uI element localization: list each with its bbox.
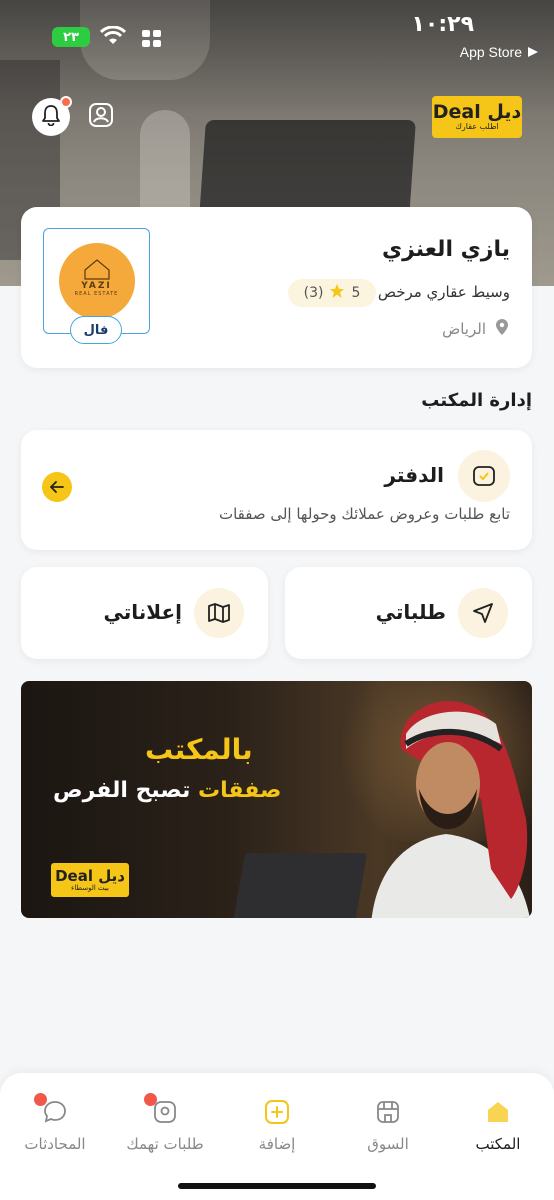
home-icon [483,1097,513,1127]
nav-market[interactable]: السوق [333,1097,443,1153]
fal-badge-label: فال [83,322,109,338]
wifi-icon [99,25,127,50]
broker-location: الرياض [442,318,510,340]
nav-requests[interactable]: طلبات تهمك [110,1093,220,1153]
rating-value: 5 [351,285,361,301]
bottom-navigation: المكتب السوق إضافة طلبات تهمك المحادثات [0,1073,554,1200]
banner-headline: بالمكتب [145,733,253,766]
notification-dot [60,96,72,108]
ledger-icon [458,450,510,502]
requests-notification-dot [144,1093,157,1106]
banner-logo-name: Deal ديل [55,866,125,885]
ledger-card[interactable]: الدفتر تابع طلبات وعروض عملائك وحولها إل… [21,430,532,550]
office-logo-image: YAZI REAL ESTATE [58,243,135,319]
back-app-label: App Store [459,44,522,60]
city-label: الرياض [442,320,486,338]
signal-icon [142,30,162,52]
battery-icon: ٢٣ [52,27,90,47]
broker-profile-card[interactable]: يازي العنزي وسيط عقاري مرخص (3) 5 الرياض… [21,207,532,368]
status-bar: ١٠:٢٩ App Store ٢٣ [0,0,554,70]
nav-office-label: المكتب [475,1135,521,1153]
add-icon [262,1097,292,1127]
ledger-open-button[interactable] [42,472,72,502]
broker-role: وسيط عقاري مرخص [377,283,510,301]
nav-add[interactable]: إضافة [222,1097,332,1153]
location-pin-icon [494,318,510,340]
notifications-button[interactable] [32,96,72,136]
nav-chats-label: المحادثات [24,1135,86,1153]
nav-chats[interactable]: المحادثات [0,1093,110,1153]
rating-badge: (3) 5 [288,279,376,307]
brand-tagline: اطلب عقارك [455,121,499,131]
status-time: ١٠:٢٩ [411,12,474,37]
banner-subheadline-text: تصبح الفرص [53,778,191,803]
banner-laptop-illustration [232,853,368,918]
my-requests-card[interactable]: طلباتي [285,567,532,659]
back-arrow-icon [528,44,538,60]
nav-office[interactable]: المكتب [443,1097,553,1153]
battery-level: ٢٣ [63,29,79,45]
chats-notification-dot [34,1093,47,1106]
promo-banner[interactable]: بالمكتب صفقات تصبح الفرص Deal ديل بيت ال… [21,681,532,918]
my-ads-label: إعلاناتي [103,600,182,624]
brand-name: Deal ديل [432,100,522,123]
banner-logo: Deal ديل بيت الوسطاء [51,863,129,897]
map-icon [194,588,244,638]
ledger-title: الدفتر [384,463,444,487]
banner-subheadline: صفقات تصبح الفرص [53,778,281,803]
send-icon [458,588,508,638]
my-ads-card[interactable]: إعلاناتي [21,567,268,659]
brand-logo: Deal ديل اطلب عقارك [432,96,522,138]
banner-highlight: صفقات [198,778,282,803]
user-icon [88,102,114,132]
my-requests-label: طلباتي [375,600,446,624]
fal-license-badge: فال [70,316,122,344]
requests-icon [144,1093,180,1127]
arrow-left-icon [50,478,64,497]
banner-person-illustration [371,701,530,918]
section-title-office-management: إدارة المكتب [421,390,532,411]
office-logo-text: YAZI [81,281,112,291]
nav-requests-label: طلبات تهمك [126,1135,204,1153]
back-to-app-store[interactable]: App Store [460,44,538,60]
nav-market-label: السوق [367,1135,409,1153]
chat-icon [34,1093,70,1127]
banner-logo-tagline: بيت الوسطاء [71,883,109,892]
store-icon [373,1097,403,1127]
office-logo-subtext: REAL ESTATE [74,291,119,297]
bell-icon [41,104,61,130]
rating-count: (3) [303,285,324,301]
nav-add-label: إضافة [258,1135,296,1153]
profile-button[interactable] [82,98,120,136]
ledger-description: تابع طلبات وعروض عملائك وحولها إلى صفقات [218,505,510,523]
star-icon [329,283,345,303]
broker-name: يازي العنزي [381,237,510,262]
home-indicator [178,1183,376,1189]
